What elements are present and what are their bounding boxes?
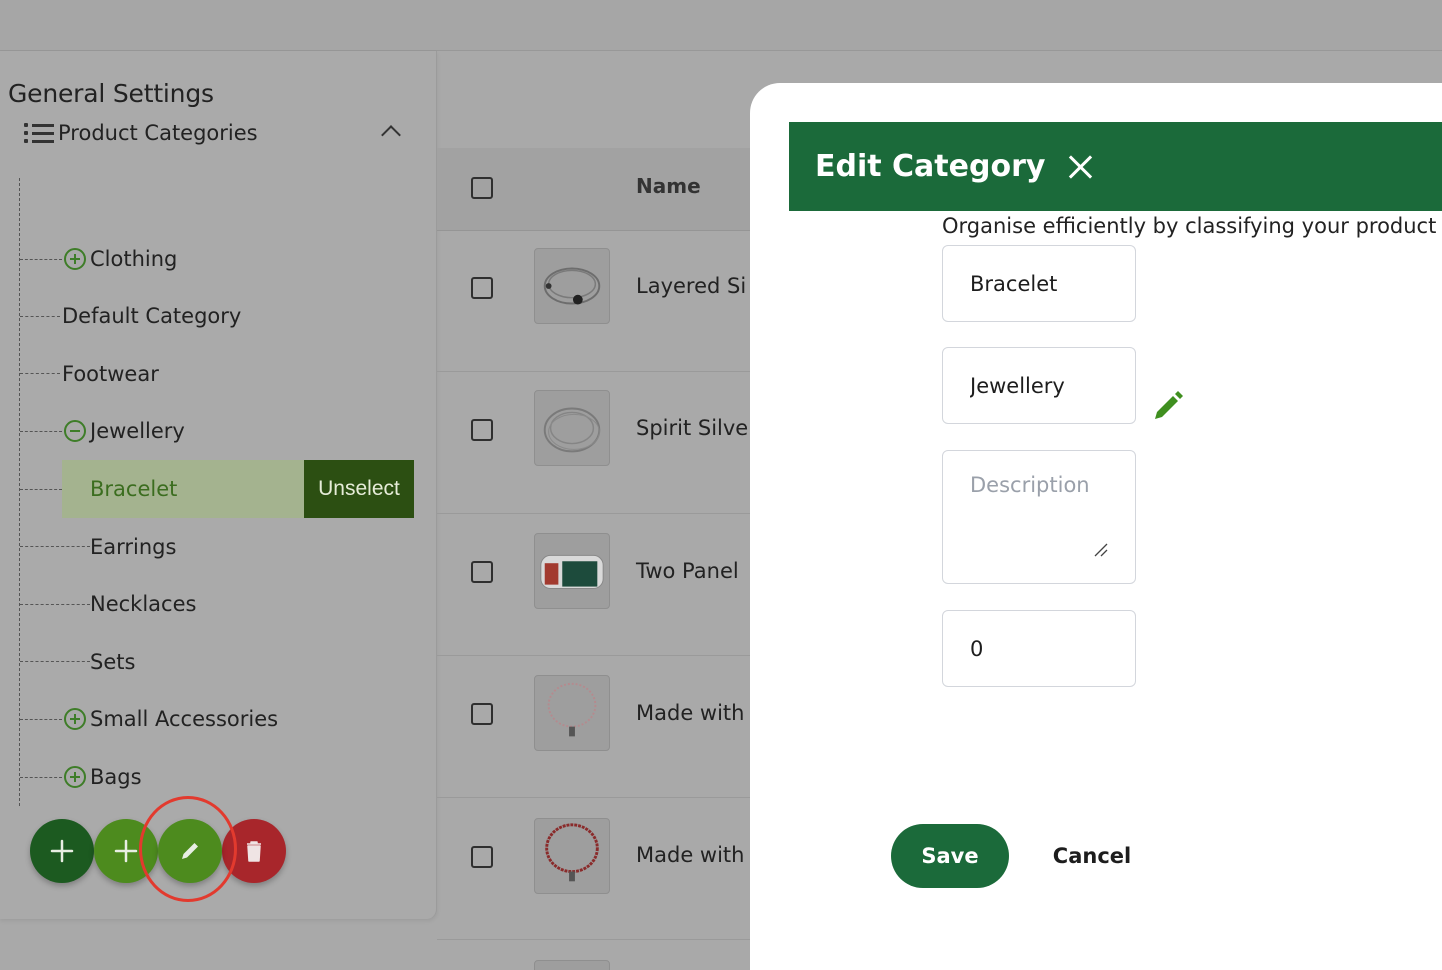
tree-item-bags[interactable]: Bags	[64, 757, 142, 797]
trash-icon	[247, 841, 261, 862]
tree-item-necklaces[interactable]: Necklaces	[90, 584, 196, 624]
description-field[interactable]	[942, 450, 1136, 584]
product-thumbnail[interactable]	[534, 533, 610, 609]
panel-title: General Settings	[8, 79, 214, 108]
category-name-field[interactable]	[942, 245, 1136, 322]
product-name[interactable]: Two Panel	[636, 559, 739, 583]
tree-connector	[20, 546, 90, 547]
column-header-name[interactable]: Name	[636, 174, 701, 198]
tree-connector	[20, 431, 62, 432]
product-thumbnail[interactable]	[534, 390, 610, 466]
collapse-icon[interactable]	[64, 420, 86, 442]
resize-handle-icon[interactable]	[1094, 543, 1108, 557]
sort-order-field[interactable]	[942, 610, 1136, 687]
row-checkbox[interactable]	[471, 561, 493, 583]
tree-connector	[20, 604, 90, 605]
modal-title: Edit Category	[815, 149, 1046, 184]
tree-item-label: Jewellery	[90, 419, 185, 443]
tree-item-label: Footwear	[62, 362, 159, 386]
product-name[interactable]: Made with	[636, 843, 744, 867]
select-all-checkbox[interactable]	[471, 177, 493, 199]
tree-connector	[20, 259, 62, 260]
expand-icon[interactable]	[64, 708, 86, 730]
unselect-button[interactable]: Unselect	[304, 460, 414, 518]
tree-connector	[20, 661, 90, 662]
tree-item-sets[interactable]: Sets	[90, 642, 135, 682]
product-thumbnail[interactable]	[534, 675, 610, 751]
product-categories-header[interactable]: Product Categories	[24, 118, 414, 148]
tree-item-label: Default Category	[62, 304, 242, 328]
save-button[interactable]: Save	[891, 824, 1009, 888]
tree-connector	[20, 373, 60, 374]
tree-item-footwear[interactable]: Footwear	[62, 354, 159, 394]
tree-item-label: Bracelet	[90, 477, 178, 501]
row-checkbox[interactable]	[471, 846, 493, 868]
product-thumbnail[interactable]	[534, 818, 610, 894]
tree-item-label: Earrings	[90, 535, 177, 559]
tree-guide-line	[19, 178, 20, 806]
plus-icon	[50, 839, 74, 863]
tree-connector	[20, 777, 62, 778]
modal-header: Edit Category	[789, 122, 1442, 211]
tree-item-label: Sets	[90, 650, 136, 674]
list-icon	[24, 121, 54, 145]
tree-item-small-accessories[interactable]: Small Accessories	[64, 699, 278, 739]
tree-item-label: Clothing	[90, 247, 178, 271]
expand-icon[interactable]	[64, 248, 86, 270]
row-checkbox[interactable]	[471, 277, 493, 299]
pencil-icon[interactable]	[1152, 388, 1186, 422]
product-name[interactable]: Spirit Silve	[636, 416, 748, 440]
product-thumbnail[interactable]	[534, 248, 610, 324]
plus-icon	[114, 839, 138, 863]
product-name[interactable]: Layered Si	[636, 274, 746, 298]
tree-item-bracelet[interactable]: Bracelet Unselect	[62, 460, 414, 518]
tree-item-clothing[interactable]: Clothing	[64, 239, 177, 279]
tree-item-label: Bags	[90, 765, 142, 789]
chevron-up-icon[interactable]	[381, 125, 401, 145]
product-thumbnail[interactable]	[534, 960, 610, 970]
modal-subtitle: Organise efficiently by classifying your…	[942, 214, 1437, 238]
product-name[interactable]: Made with	[636, 701, 744, 725]
tree-item-jewellery[interactable]: Jewellery	[64, 411, 185, 451]
cancel-button[interactable]: Cancel	[1040, 824, 1144, 888]
row-checkbox[interactable]	[471, 419, 493, 441]
tree-connector	[20, 489, 62, 490]
expand-icon[interactable]	[64, 766, 86, 788]
tree-connector	[20, 719, 62, 720]
tree-connector	[20, 316, 60, 317]
tree-item-default-category[interactable]: Default Category	[62, 296, 241, 336]
section-label: Product Categories	[58, 121, 258, 145]
row-checkbox[interactable]	[471, 703, 493, 725]
highlight-ring	[139, 796, 237, 902]
add-root-category-button[interactable]	[30, 819, 94, 883]
tree-item-label: Small Accessories	[90, 707, 279, 731]
top-bar	[0, 0, 1442, 51]
tree-item-earrings[interactable]: Earrings	[90, 527, 176, 567]
close-icon[interactable]	[1067, 154, 1093, 180]
tree-item-label: Necklaces	[90, 592, 197, 616]
parent-category-field[interactable]	[942, 347, 1136, 424]
